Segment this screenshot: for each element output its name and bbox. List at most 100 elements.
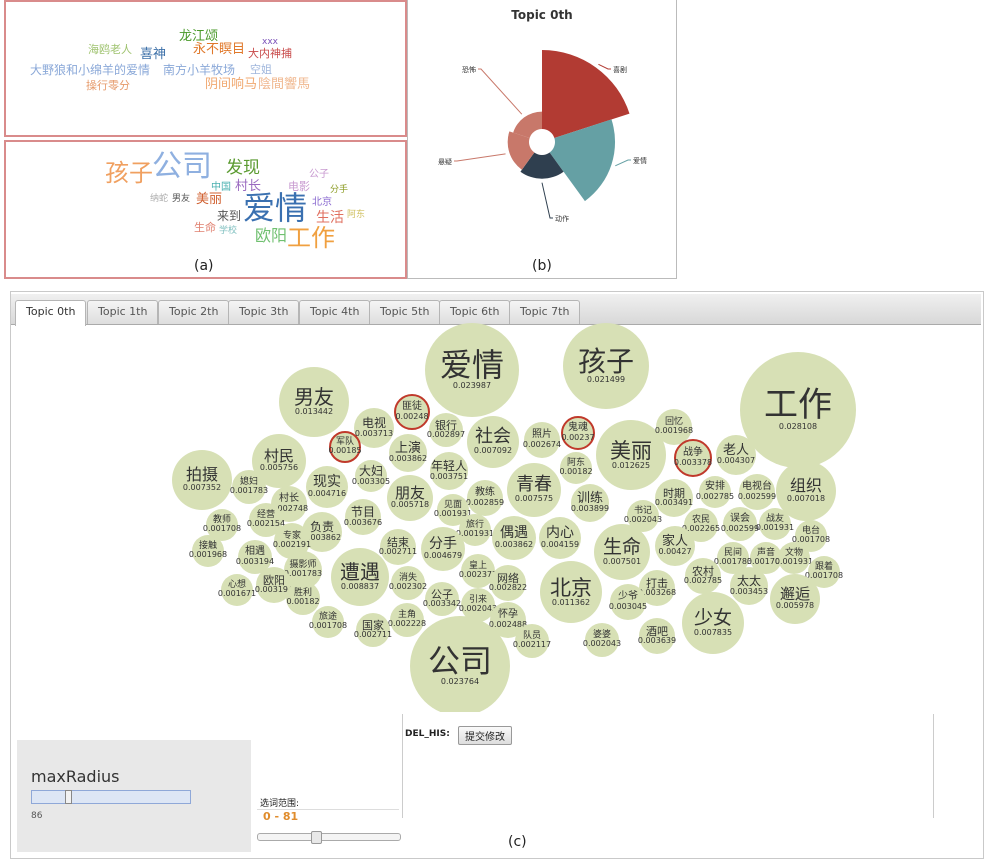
max-radius-slider[interactable] xyxy=(31,790,191,804)
max-radius-slider-handle[interactable] xyxy=(65,790,72,804)
topic-word-bubble[interactable]: 现实 0.004716 xyxy=(306,466,348,508)
rose-slice-0[interactable] xyxy=(542,50,630,138)
topic-word-bubble[interactable]: 北京 0.011362 xyxy=(540,561,602,623)
topic-word-bubble[interactable]: 家人 0.00427 xyxy=(655,526,695,566)
topic-word-bubble[interactable]: 上演 0.003862 xyxy=(389,434,427,472)
topic-word-bubble[interactable]: 鬼魂 0.00237 xyxy=(561,416,595,450)
bubble-weight: 0.003045 xyxy=(608,601,648,611)
topic-word-bubble[interactable]: 误会 0.002599 xyxy=(721,507,759,541)
bubble-word: 现实 xyxy=(313,474,341,491)
topic-word-bubble[interactable]: 婆婆 0.002043 xyxy=(583,623,621,657)
topic-word-bubble[interactable]: 电视台 0.002599 xyxy=(737,474,777,510)
topic-word-bubble[interactable]: 公司 0.023764 xyxy=(410,616,510,712)
wordcloud-top-word: 喜神 xyxy=(140,47,167,62)
bubble-weight: 0.002711 xyxy=(353,630,393,640)
topic-word-bubble[interactable]: 银行 0.002897 xyxy=(427,413,465,447)
topic-word-bubble[interactable]: 大妇 0.003305 xyxy=(351,460,391,492)
wordcloud-bottom-word: 欧阳 xyxy=(255,226,288,245)
topic-word-bubble[interactable]: 偶遇 0.003862 xyxy=(492,516,536,560)
bubble-weight: 0.00182 xyxy=(559,467,593,477)
bubble-weight: 0.003194 xyxy=(235,556,275,566)
bubble-weight: 0.001931 xyxy=(774,557,814,567)
topic-word-bubble[interactable]: 老人 0.004307 xyxy=(716,435,756,475)
bubble-weight: 0.013442 xyxy=(294,407,334,417)
bubble-weight: 0.001968 xyxy=(188,550,228,560)
bubble-weight: 0.003751 xyxy=(429,471,469,481)
bubble-word: 太太 xyxy=(736,574,761,589)
topic-word-bubble[interactable]: 朋友 0.005718 xyxy=(387,475,433,521)
bubble-weight: 0.002302 xyxy=(388,582,428,592)
topic-word-bubble[interactable]: 爱情 0.023987 xyxy=(425,323,519,417)
max-radius-control: maxRadius 86 xyxy=(17,740,251,852)
bubble-weight: 0.001708 xyxy=(308,621,348,631)
topic-word-bubble[interactable]: 接触 0.001968 xyxy=(188,535,228,567)
topic-word-bubble[interactable]: 安排 0.002785 xyxy=(696,476,734,508)
topic-word-bubble[interactable]: 工作 0.028108 xyxy=(740,352,856,468)
topic-word-bubble[interactable]: 少女 0.007835 xyxy=(682,592,744,654)
topic-word-bubble[interactable]: 战争 0.003378 xyxy=(674,439,712,477)
topic-word-bubble[interactable]: 遭遇 0.008837 xyxy=(331,548,389,606)
topic-word-bubble[interactable]: 战友 0.001931 xyxy=(756,508,794,540)
wordcloud-top-word: xxx xyxy=(262,37,278,47)
bubble-word: 孩子 xyxy=(577,344,634,378)
topic-word-bubble[interactable]: 邂逅 0.005978 xyxy=(770,574,820,624)
topic-word-bubble[interactable]: 少爷 0.003045 xyxy=(608,584,648,620)
rose-leader-line xyxy=(454,153,506,162)
topic-word-bubble[interactable]: 时期 0.003491 xyxy=(655,479,693,517)
bubble-weight: 0.002599 xyxy=(737,491,777,501)
topic-word-bubble[interactable]: 心想 0.001671 xyxy=(218,574,256,606)
wordcloud-top-word: 陰間響馬 xyxy=(258,77,311,92)
topic-word-bubble[interactable]: 主角 0.002228 xyxy=(388,603,426,637)
topic-word-bubble[interactable]: 青春 0.007575 xyxy=(507,463,561,517)
wordcloud-bottom-word: 发现 xyxy=(226,158,260,178)
topic-word-bubble[interactable]: 国家 0.002711 xyxy=(353,613,393,647)
topic-word-bubble[interactable]: 节目 0.003676 xyxy=(344,499,382,535)
topic-word-bubble[interactable]: 训练 0.003899 xyxy=(571,484,609,522)
bubble-weight: 0.004159 xyxy=(540,539,580,549)
topic-word-bubble[interactable]: 男友 0.013442 xyxy=(279,367,349,437)
topic-word-bubble[interactable]: 拍摄 0.007352 xyxy=(172,450,232,510)
topic-word-bubble[interactable]: 文物 0.001931 xyxy=(774,542,814,574)
topic-word-bubble[interactable]: 分手 0.004679 xyxy=(421,527,465,571)
topic-word-bubble[interactable]: 农村 0.002785 xyxy=(684,558,722,594)
max-radius-label: maxRadius xyxy=(31,767,120,786)
topic-word-bubble[interactable]: 消失 0.002302 xyxy=(388,566,428,600)
topic-word-bubble[interactable]: 太太 0.003453 xyxy=(730,567,768,605)
topic-word-bubble[interactable]: 军队 0.00185 xyxy=(328,431,362,463)
bubble-weight: 0.003305 xyxy=(351,476,391,486)
range-slider[interactable] xyxy=(257,831,401,844)
topic-word-bubble[interactable]: 公子 0.003342 xyxy=(423,582,461,616)
topic-word-bubble[interactable]: 年轻人 0.003751 xyxy=(430,452,468,490)
topic-word-bubble[interactable]: 生命 0.007501 xyxy=(594,524,650,580)
topic-word-bubble[interactable]: 网络 0.002822 xyxy=(489,565,527,601)
topic-word-bubble[interactable]: 教练 0.002859 xyxy=(466,480,504,516)
submit-changes-button[interactable]: 提交修改 xyxy=(458,726,512,745)
bubble-weight: 0.001783 xyxy=(229,486,269,496)
topic-word-bubble[interactable]: 酒吧 0.003639 xyxy=(638,618,676,654)
rose-leader-line xyxy=(598,63,611,70)
bubble-weight: 0.003491 xyxy=(654,498,694,508)
topic-word-bubble[interactable]: 照片 0.002674 xyxy=(523,422,561,458)
topic-word-bubble[interactable]: 媳妇 0.001783 xyxy=(229,470,269,504)
topic-word-bubble[interactable]: 孩子 0.021499 xyxy=(563,323,649,409)
topic-word-bubble[interactable]: 阿东 0.00182 xyxy=(559,452,593,484)
bubble-word: 上演 xyxy=(394,440,421,456)
bubble-weight: 0.011362 xyxy=(551,597,591,607)
range-slider-handle[interactable] xyxy=(311,831,322,844)
topic-word-bubble[interactable]: 胜利 0.00182 xyxy=(286,581,320,615)
bubble-weight: 0.012625 xyxy=(611,460,651,470)
topic-word-bubble[interactable]: 匪徒 0.00248 xyxy=(394,394,430,430)
topic-word-bubble[interactable]: 结束 0.002711 xyxy=(379,529,417,565)
wordcloud-top-word: 阴间响马 xyxy=(205,77,258,92)
bubble-word: 遭遇 xyxy=(340,560,380,585)
wordcloud-top-word: 大野狼和小绵羊的爱情 xyxy=(30,63,151,77)
bubble-word: 美丽 xyxy=(610,438,652,463)
topic-bubble-panel: Topic 0th Topic 1th Topic 2th Topic 3th Topi… xyxy=(10,291,984,859)
bubble-word: 组织 xyxy=(789,476,822,496)
bubble-weight: 0.00248 xyxy=(395,411,429,421)
topic-word-bubble[interactable]: 旅途 0.001708 xyxy=(308,606,348,638)
bubble-weight: 0.00237 xyxy=(561,432,595,442)
topic-word-bubble[interactable]: 队员 0.002117 xyxy=(513,624,551,658)
topic-word-bubble[interactable]: 社会 0.007092 xyxy=(467,416,519,468)
topic-word-bubble[interactable]: 内心 0.004159 xyxy=(539,517,581,559)
